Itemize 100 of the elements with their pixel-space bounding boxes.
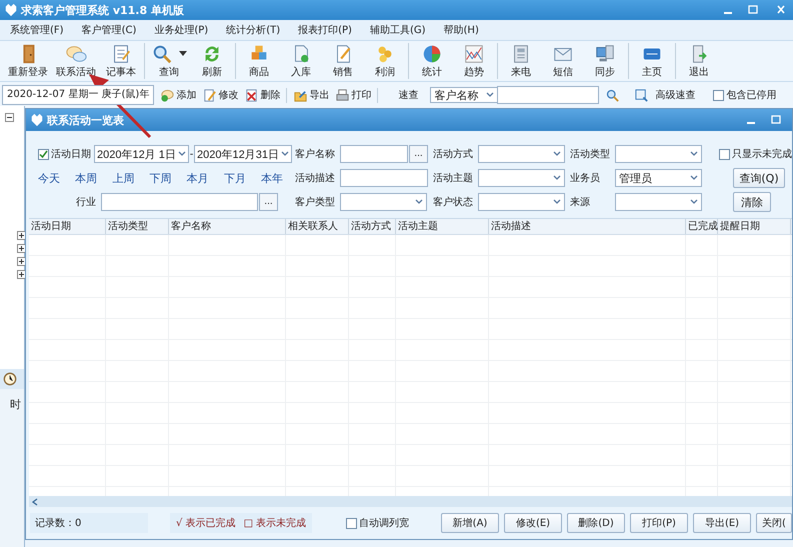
legend-item: □ 表示未完成 <box>244 516 306 530</box>
toolbar-button[interactable]: 统计 <box>413 43 451 79</box>
caret-icon[interactable] <box>179 51 187 57</box>
clear-button[interactable]: 清除 <box>733 192 771 212</box>
query-button[interactable]: 查询(Q) <box>733 168 785 188</box>
browse-button[interactable]: ... <box>259 193 278 211</box>
search-icon[interactable] <box>605 88 620 102</box>
footer-button[interactable]: 新增(A) <box>441 513 499 533</box>
date-picker[interactable]: 2020年12月31日 <box>194 145 292 163</box>
toolbar-button[interactable]: 重新登录 <box>6 43 50 79</box>
toolbar-button[interactable]: 短信 <box>544 43 582 79</box>
tree-expand-icon[interactable] <box>17 231 26 240</box>
scroll-left-icon[interactable] <box>32 498 38 506</box>
menu-item[interactable]: 系统管理(F) <box>4 23 76 37</box>
date-range-link[interactable]: 本月 <box>186 170 209 186</box>
checkbox-label: 自动调列宽 <box>359 516 410 530</box>
menu-item[interactable]: 帮助(H) <box>438 23 491 37</box>
field-label: 客户类型 <box>295 196 336 209</box>
footer-button[interactable]: 打印(P) <box>630 513 688 533</box>
footer-button[interactable]: 删除(D) <box>567 513 625 533</box>
date-range-link[interactable]: 下周 <box>149 170 172 186</box>
child-window-title: 联系活动一览表 <box>47 112 125 128</box>
toolbar-button[interactable]: 销售 <box>324 43 362 79</box>
toolbar-button[interactable]: 记事本 <box>102 43 140 79</box>
printer-icon <box>335 88 350 102</box>
column-header[interactable]: 相关联系人 <box>286 219 349 234</box>
footer-button[interactable]: 修改(E) <box>504 513 562 533</box>
action-button[interactable]: 导出 <box>293 88 330 102</box>
date-range-link[interactable]: 本周 <box>75 170 98 186</box>
chevron-down-icon <box>690 199 698 205</box>
field-label: 活动描述 <box>295 172 336 185</box>
input-field[interactable] <box>340 169 428 187</box>
menu-item[interactable]: 辅助工具(G) <box>364 23 438 37</box>
footer-button[interactable]: 关闭( <box>756 513 792 533</box>
toolbar-button[interactable]: 利润 <box>366 43 404 79</box>
toolbar-button[interactable]: 主页 <box>633 43 671 79</box>
column-header[interactable]: 活动主题 <box>396 219 489 234</box>
checkbox-label: 活动日期 <box>51 148 91 161</box>
tree-collapse-icon[interactable] <box>5 113 14 122</box>
action-button[interactable]: 删除 <box>244 88 280 102</box>
toolbar-button[interactable]: 商品 <box>240 43 278 79</box>
toolbar-button[interactable]: 来电 <box>502 43 540 79</box>
window-search-icon[interactable] <box>634 88 650 102</box>
date-picker[interactable]: 2020年12月 1日 <box>94 145 189 163</box>
checkbox[interactable] <box>346 518 358 528</box>
chevron-down-icon <box>415 199 423 205</box>
tree-expand-icon[interactable] <box>17 244 26 253</box>
menu-item[interactable]: 报表打印(P) <box>292 23 364 37</box>
dropdown[interactable] <box>478 193 565 211</box>
toolbar-button[interactable]: 趋势 <box>455 43 493 79</box>
browse-button[interactable]: ... <box>409 145 428 163</box>
menu-item[interactable]: 客户管理(C) <box>76 23 148 37</box>
dropdown[interactable] <box>615 145 702 163</box>
date-range-link[interactable]: 上周 <box>112 170 134 186</box>
record-count: 记录数：0 <box>30 513 148 533</box>
action-button[interactable]: 添加 <box>160 88 196 102</box>
checkbox[interactable] <box>38 148 49 160</box>
input-field[interactable] <box>340 145 408 163</box>
field-label: 行业 <box>75 196 97 209</box>
toolbar-button[interactable]: 退出 <box>680 43 718 79</box>
column-header[interactable]: 活动类型 <box>106 219 169 234</box>
chevron-down-icon <box>553 175 561 181</box>
field-label: 活动方式 <box>433 148 474 161</box>
action-button[interactable]: 修改 <box>202 88 238 102</box>
field-label: 业务员 <box>570 172 601 185</box>
dropdown[interactable]: 管理员 <box>615 169 702 187</box>
toolbar-button[interactable]: 同步 <box>586 43 624 79</box>
date-range-link[interactable]: 今天 <box>38 170 60 186</box>
dropdown[interactable] <box>340 193 427 211</box>
dropdown[interactable] <box>615 193 702 211</box>
search-field[interactable] <box>497 86 600 104</box>
column-header[interactable]: 活动方式 <box>349 219 396 234</box>
checkbox[interactable] <box>719 148 730 160</box>
footer-button[interactable]: 导出(E) <box>693 513 751 533</box>
menu-item[interactable]: 业务处理(P) <box>148 23 220 37</box>
toolbar-button[interactable]: 查询 <box>149 43 189 79</box>
column-header[interactable]: 活动描述 <box>489 219 686 234</box>
tree-expand-icon[interactable] <box>17 270 26 279</box>
date-display: 2020-12-07 星期一 庚子(鼠)年 <box>2 85 154 105</box>
menu-item[interactable]: 统计分析(T) <box>220 23 292 37</box>
column-header[interactable]: 已完成 <box>686 219 718 234</box>
field-label: 客户名称 <box>295 148 336 161</box>
date-range-link[interactable]: 本年 <box>260 170 283 186</box>
dropdown[interactable] <box>478 169 565 187</box>
dropdown[interactable] <box>478 145 565 163</box>
toolbar-button[interactable]: 入库 <box>282 43 320 79</box>
action-button[interactable]: 打印 <box>335 88 372 102</box>
date-range-link[interactable]: 下月 <box>224 170 246 186</box>
column-header[interactable]: 提醒日期 <box>718 219 791 234</box>
tree-expand-icon[interactable] <box>17 257 26 266</box>
column-header[interactable]: 活动日期 <box>29 219 106 234</box>
toolbar-button[interactable]: 刷新 <box>193 43 231 79</box>
dropdown[interactable]: 客户名称 <box>430 87 498 103</box>
input-field[interactable] <box>101 193 258 211</box>
column-header[interactable]: 客户名称 <box>169 219 286 234</box>
checkbox-label: 只显示未完成 <box>732 148 792 161</box>
speech-bubbles-icon <box>65 43 87 65</box>
advanced-search-link[interactable]: 高级速查 <box>655 88 696 102</box>
checkbox[interactable] <box>713 90 724 100</box>
field-label: 活动主题 <box>433 172 474 185</box>
